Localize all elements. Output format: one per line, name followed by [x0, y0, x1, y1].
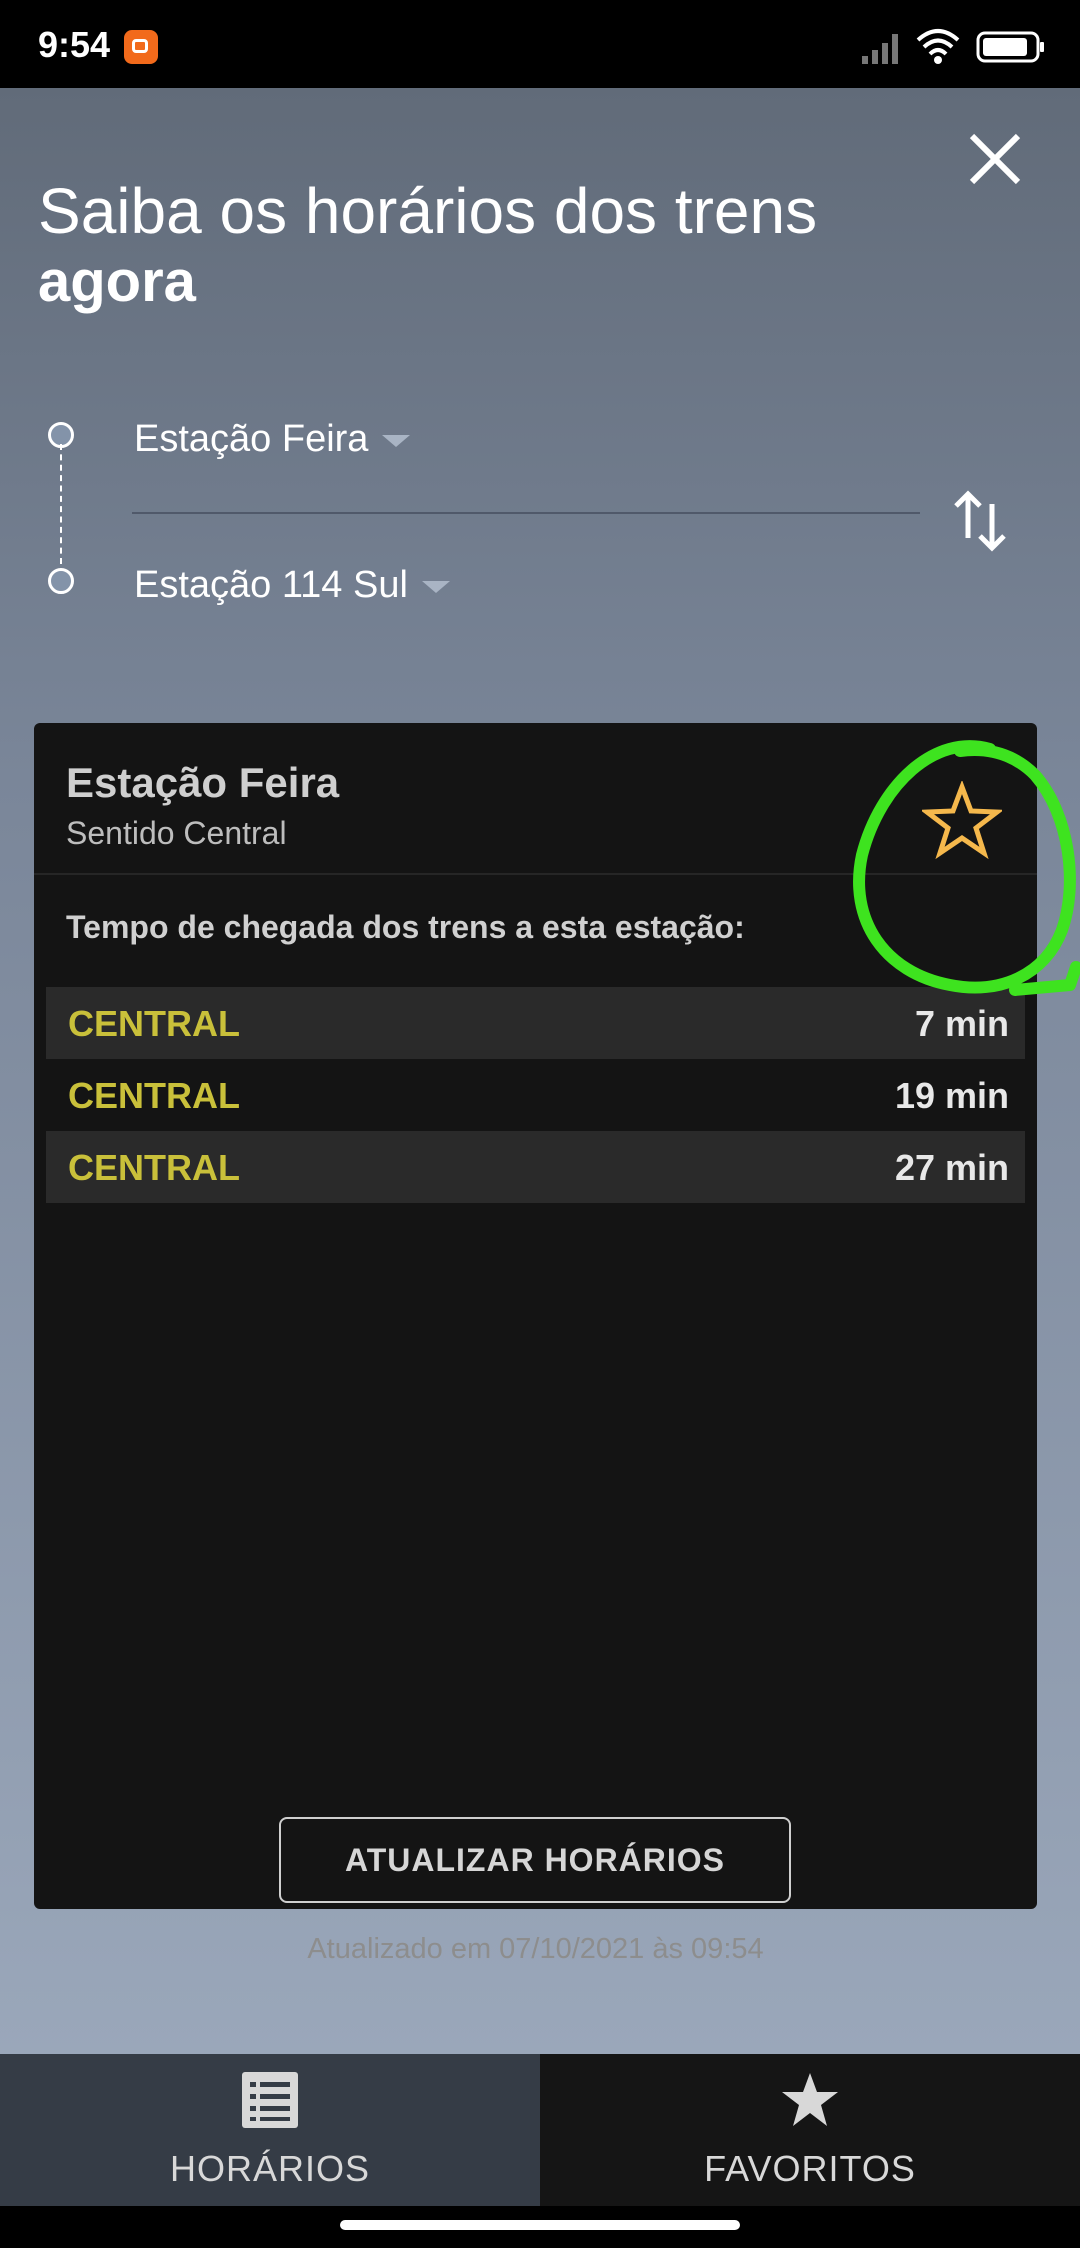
wifi-icon	[916, 29, 960, 64]
mi-app-icon	[124, 30, 158, 64]
origin-select[interactable]: Estação Feira	[134, 418, 411, 461]
close-icon[interactable]	[960, 124, 1030, 194]
chevron-down-icon	[382, 434, 411, 447]
tab-favoritos[interactable]: FAVORITOS	[540, 2054, 1080, 2206]
route-line	[60, 444, 62, 564]
bottom-tab-bar: HORÁRIOS FAVORITOS	[0, 2054, 1080, 2206]
arrival-time: 27 min	[894, 1147, 1009, 1188]
arrival-destination: CENTRAL	[68, 1075, 240, 1116]
tab-label: FAVORITOS	[704, 2148, 916, 2189]
destination-dot-icon	[48, 568, 74, 594]
arrival-row: CENTRAL 19 min	[46, 1059, 1025, 1131]
battery-icon	[976, 31, 1044, 63]
home-indicator[interactable]	[340, 2220, 740, 2230]
chevron-down-icon	[421, 580, 450, 593]
route-divider	[132, 512, 920, 514]
status-time: 9:54	[38, 24, 111, 65]
page-title-emphasis: agora	[38, 249, 196, 314]
arrival-destination: CENTRAL	[68, 1003, 240, 1044]
arrival-row: CENTRAL 27 min	[46, 1131, 1025, 1203]
arrival-destination: CENTRAL	[68, 1147, 240, 1188]
page-title: Saiba os horários dos trens	[38, 175, 818, 247]
arrival-title: Tempo de chegada dos trens a esta estaçã…	[66, 909, 745, 945]
arrival-time: 19 min	[894, 1075, 1009, 1116]
destination-label: Estação 114 Sul	[134, 564, 408, 606]
destination-select[interactable]: Estação 114 Sul	[134, 564, 450, 607]
star-icon	[782, 2073, 838, 2126]
last-updated-text: Atualizado em 07/10/2021 às 09:54	[307, 1933, 764, 1965]
highlight-annotation	[853, 740, 1080, 996]
list-icon	[242, 2072, 298, 2128]
tab-horarios[interactable]: HORÁRIOS	[0, 2054, 540, 2206]
card-station-name: Estação Feira	[66, 759, 340, 806]
system-nav-bar	[0, 2206, 1080, 2248]
swap-stations-icon[interactable]	[950, 486, 1010, 556]
card-direction: Sentido Central	[66, 815, 287, 851]
arrivals-list: CENTRAL 7 min CENTRAL 19 min CENTRAL 27 …	[46, 987, 1025, 1203]
tab-label: HORÁRIOS	[169, 2148, 371, 2189]
origin-label: Estação Feira	[134, 418, 369, 460]
status-bar: 9:54	[0, 0, 1080, 88]
signal-icon	[862, 34, 898, 64]
refresh-schedules-button[interactable]: ATUALIZAR HORÁRIOS	[279, 1817, 791, 1903]
